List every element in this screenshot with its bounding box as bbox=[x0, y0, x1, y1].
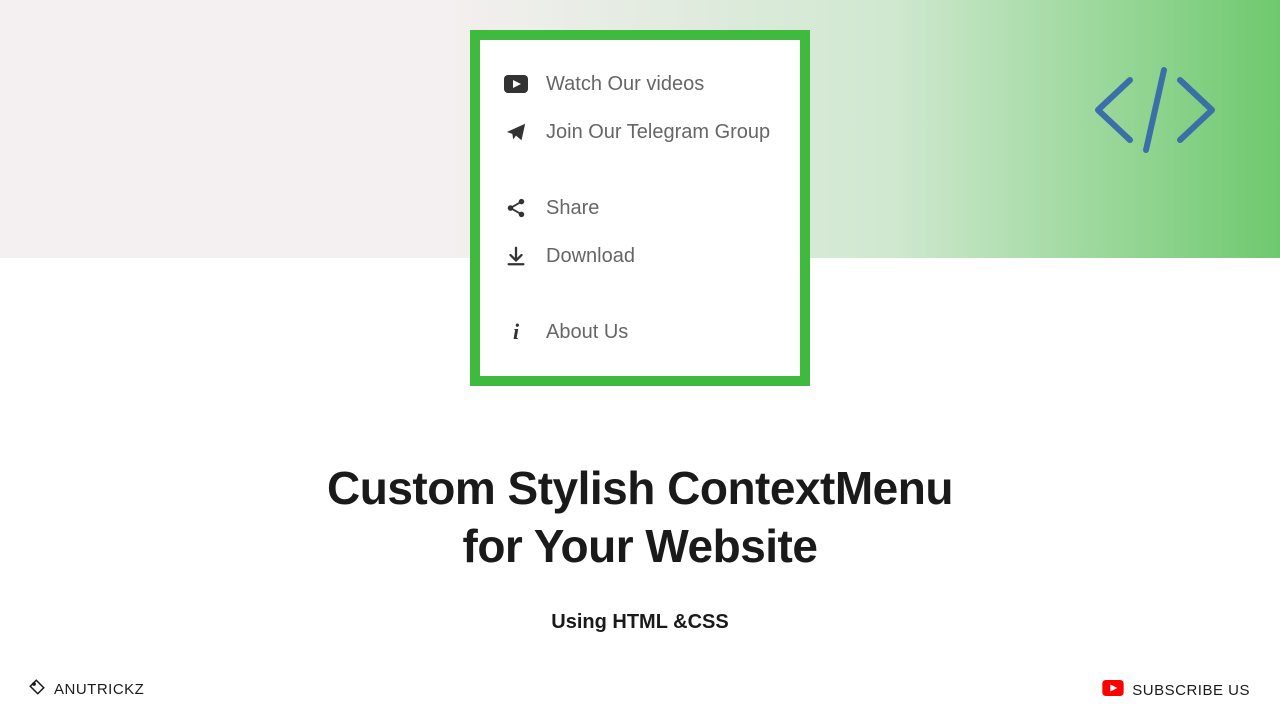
info-icon: i bbox=[504, 320, 528, 344]
menu-item-label: About Us bbox=[546, 321, 628, 344]
menu-item-telegram[interactable]: Join Our Telegram Group bbox=[496, 108, 784, 156]
menu-item-label: Join Our Telegram Group bbox=[546, 121, 770, 144]
page-subtitle: Using HTML &CSS bbox=[0, 611, 1280, 634]
share-icon bbox=[504, 196, 528, 220]
menu-item-download[interactable]: Download bbox=[496, 232, 784, 280]
youtube-icon bbox=[1102, 680, 1124, 700]
menu-item-label: Share bbox=[546, 197, 599, 220]
telegram-icon bbox=[504, 120, 528, 144]
code-icon bbox=[1090, 60, 1220, 165]
footer-brand: ANUTRICKZ bbox=[28, 678, 144, 700]
menu-item-label: Watch Our videos bbox=[546, 73, 704, 96]
download-icon bbox=[504, 244, 528, 268]
menu-item-label: Download bbox=[546, 245, 635, 268]
menu-item-share[interactable]: Share bbox=[496, 184, 784, 232]
cta-label: SUBSCRIBE US bbox=[1132, 682, 1250, 699]
menu-item-watch-videos[interactable]: Watch Our videos bbox=[496, 60, 784, 108]
footer-cta[interactable]: SUBSCRIBE US bbox=[1102, 680, 1250, 700]
context-menu: Watch Our videos Join Our Telegram Group… bbox=[470, 30, 810, 386]
page-title: Custom Stylish ContextMenu for Your Webs… bbox=[0, 460, 1280, 575]
menu-item-about[interactable]: i About Us bbox=[496, 308, 784, 356]
tag-icon bbox=[28, 678, 46, 700]
title-block: Custom Stylish ContextMenu for Your Webs… bbox=[0, 460, 1280, 634]
youtube-icon bbox=[504, 72, 528, 96]
brand-label: ANUTRICKZ bbox=[54, 681, 144, 698]
